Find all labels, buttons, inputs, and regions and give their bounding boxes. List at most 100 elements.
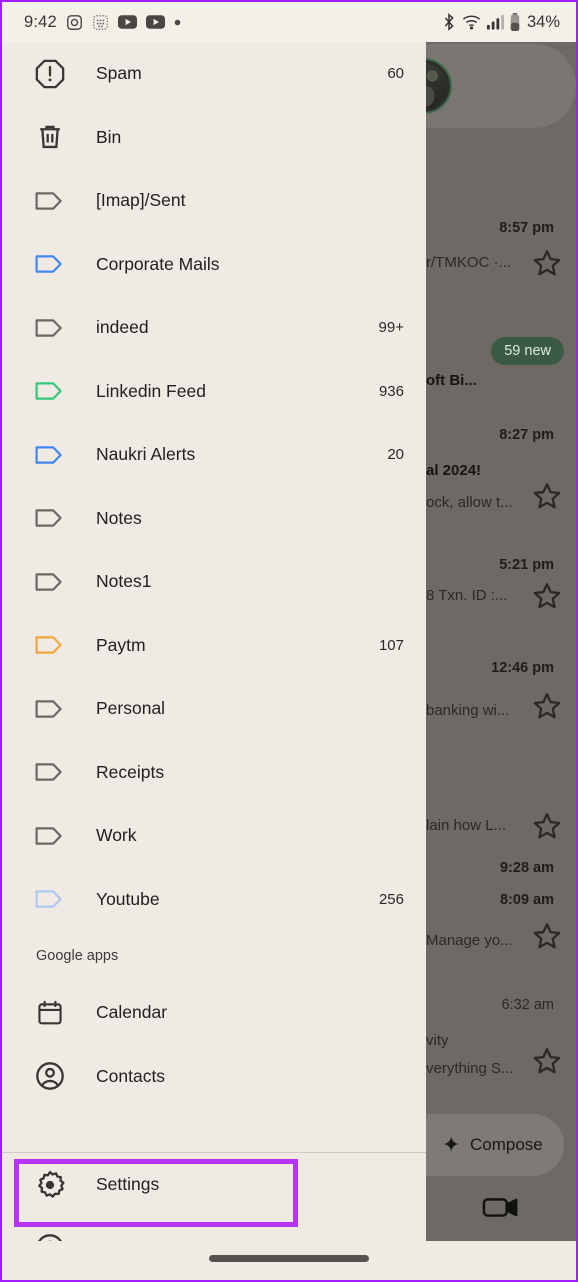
battery-icon [510, 13, 520, 31]
mail-row-time: 8:27 pm [499, 427, 554, 443]
drawer-item-spam[interactable]: Spam 60 [2, 42, 426, 106]
mail-row-snippet: verything S... [426, 1060, 514, 1077]
drawer-item-label: Notes [96, 507, 142, 528]
label-icon [30, 569, 70, 595]
home-gesture-bar[interactable] [209, 1255, 369, 1262]
drawer-item-label: indeed [96, 317, 149, 338]
plus-icon: ✦ [442, 1132, 461, 1157]
star-icon[interactable] [532, 248, 562, 278]
label-icon [30, 823, 70, 849]
label-icon [30, 251, 70, 277]
compose-button[interactable]: ✦ Compose [426, 1114, 564, 1176]
label-icon [30, 378, 70, 404]
mail-list-pane-dimmed[interactable]: 8:57 pm r/TMKOC ·... oft Bi... 59 new 8:27 … [426, 42, 576, 1245]
status-bar-left: 9:42 [24, 13, 181, 32]
google-apps-header: Google apps [36, 948, 119, 964]
star-icon[interactable] [532, 691, 562, 721]
wifi-icon [462, 14, 481, 30]
drawer-item-personal[interactable]: Personal [2, 677, 426, 741]
mail-row-snippet: 8 Txn. ID :... [426, 587, 508, 604]
drawer-item-count: 936 [378, 382, 404, 400]
drawer-item-receipts[interactable]: Receipts [2, 741, 426, 805]
drawer-item-label: Personal [96, 698, 166, 719]
star-icon[interactable] [532, 1046, 562, 1076]
mail-row-snippet: lain how L... [426, 817, 507, 834]
star-icon[interactable] [532, 921, 562, 951]
mail-row-snippet: Manage yo... [426, 932, 513, 949]
mail-row-time: 5:21 pm [499, 557, 554, 573]
drawer-item-bin[interactable]: Bin [2, 106, 426, 170]
grid-app-icon [92, 14, 109, 31]
mail-row-snippet: banking wi... [426, 702, 510, 719]
label-icon [30, 505, 70, 531]
drawer-item-label: Settings [96, 1174, 160, 1195]
drawer-item-label: Notes1 [96, 571, 152, 592]
drawer-item-naukri-alerts[interactable]: Naukri Alerts 20 [2, 423, 426, 487]
google-app-label: Contacts [96, 1065, 166, 1086]
drawer-item-label: [Imap]/Sent [96, 190, 186, 211]
drawer-item-notes[interactable]: Notes [2, 487, 426, 551]
label-icon [30, 188, 70, 214]
mail-row-snippet: vity [426, 1032, 449, 1049]
youtube-icon [145, 15, 165, 29]
contacts-icon [30, 1061, 70, 1091]
mail-row-time: 6:32 am [501, 997, 554, 1013]
star-icon[interactable] [532, 581, 562, 611]
trash-icon [30, 122, 70, 152]
drawer-item-linkedin-feed[interactable]: Linkedin Feed 936 [2, 360, 426, 424]
mail-row-snippet: al 2024! [426, 462, 482, 479]
drawer-item-count: 256 [378, 890, 404, 908]
drawer-item-notes1[interactable]: Notes1 [2, 550, 426, 614]
video-camera-icon[interactable] [482, 1193, 520, 1226]
label-icon [30, 886, 70, 912]
dot-indicator-icon [174, 19, 181, 26]
google-app-item-calendar[interactable]: Calendar [2, 981, 426, 1045]
navigation-drawer[interactable]: Spam 60 Bin [Imap]/Sent Corporate Mails i… [2, 42, 426, 1245]
mail-row-snippet: r/TMKOC ·... [426, 254, 511, 271]
star-icon[interactable] [532, 481, 562, 511]
drawer-item-count: 60 [387, 65, 404, 83]
drawer-item-count: 99+ [378, 319, 404, 337]
mail-row-time: 8:57 pm [499, 220, 554, 236]
mail-row-time: 12:46 pm [491, 660, 554, 676]
search-bar-partial[interactable] [426, 44, 576, 128]
label-icon [30, 632, 70, 658]
drawer-item-label: Youtube [96, 888, 160, 909]
drawer-item-settings[interactable]: Settings [2, 1153, 426, 1217]
calendar-icon [30, 999, 70, 1027]
drawer-item-youtube[interactable]: Youtube 256 [2, 868, 426, 932]
drawer-item-label: Spam [96, 63, 142, 84]
drawer-item-corporate-mails[interactable]: Corporate Mails [2, 233, 426, 297]
bottom-nav-bar[interactable] [426, 1173, 576, 1245]
label-icon [30, 442, 70, 468]
drawer-label-list: Spam 60 Bin [Imap]/Sent Corporate Mails i… [2, 42, 426, 931]
instagram-icon [66, 14, 83, 31]
status-bar-clock: 9:42 [24, 12, 57, 31]
status-bar-right: 34% [442, 13, 560, 32]
new-mail-badge[interactable]: 59 new [491, 337, 564, 365]
drawer-item-imap-sent[interactable]: [Imap]/Sent [2, 169, 426, 233]
bluetooth-icon [442, 13, 456, 31]
star-icon[interactable] [532, 811, 562, 841]
drawer-item-count: 20 [387, 446, 404, 464]
drawer-item-count: 107 [378, 636, 404, 654]
drawer-item-indeed[interactable]: indeed 99+ [2, 296, 426, 360]
mail-row-snippet: ock, allow t... [426, 494, 513, 511]
mail-row-snippet: oft Bi... [426, 372, 477, 389]
compose-label: Compose [470, 1135, 543, 1154]
drawer-item-label: Paytm [96, 634, 146, 655]
google-apps-list: Calendar Contacts [2, 981, 426, 1108]
youtube-icon [117, 15, 137, 29]
spam-icon [30, 59, 70, 89]
avatar[interactable] [426, 58, 452, 114]
google-app-item-contacts[interactable]: Contacts [2, 1045, 426, 1109]
google-app-label: Calendar [96, 1002, 168, 1023]
drawer-item-paytm[interactable]: Paytm 107 [2, 614, 426, 678]
drawer-item-label: Linkedin Feed [96, 380, 206, 401]
drawer-item-label: Work [96, 825, 137, 846]
status-bar: 9:42 34% [2, 2, 576, 42]
drawer-item-work[interactable]: Work [2, 804, 426, 868]
cellular-signal-icon [486, 14, 504, 30]
drawer-item-label: Receipts [96, 761, 165, 782]
battery-percent-label: 34% [526, 12, 560, 31]
